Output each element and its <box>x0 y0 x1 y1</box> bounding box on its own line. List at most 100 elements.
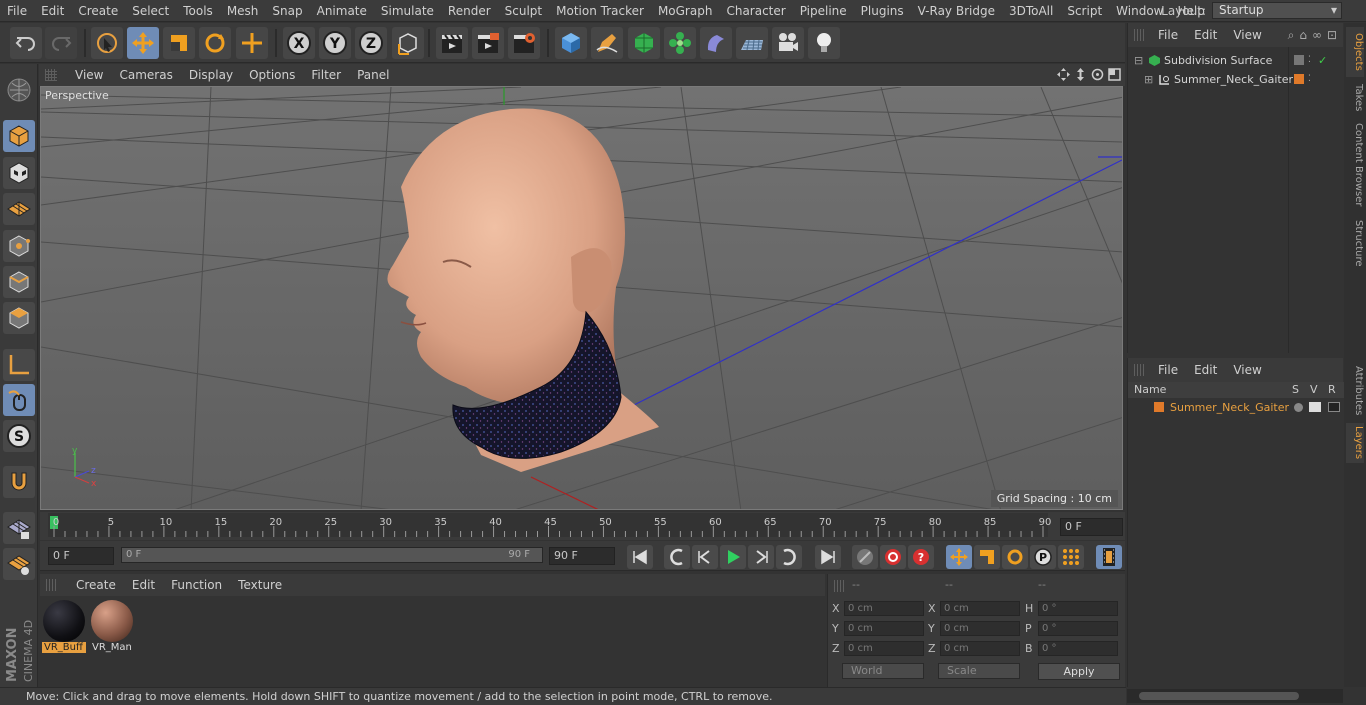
menu-snap[interactable]: Snap <box>265 0 309 22</box>
material-item-vr-buff[interactable]: VR_Buff <box>42 598 86 656</box>
object-menu-view[interactable]: View <box>1225 28 1269 42</box>
layer-col-render[interactable]: R <box>1328 382 1336 398</box>
live-selection-button[interactable] <box>91 27 123 59</box>
tab-attributes[interactable]: Attributes <box>1346 363 1364 418</box>
menu-edit[interactable]: Edit <box>34 0 71 22</box>
collapse-icon[interactable]: ⊟ <box>1134 51 1143 70</box>
key-scale-button[interactable] <box>974 545 1000 569</box>
pos-x-field[interactable]: 0 cm <box>844 601 924 616</box>
home-icon[interactable]: ⌂ <box>1299 28 1307 43</box>
edge-mode-button[interactable] <box>3 266 35 298</box>
render-to-picture-viewer-button[interactable] <box>472 27 504 59</box>
make-editable-button[interactable] <box>3 74 35 106</box>
timeline-ruler[interactable]: 0 5 10 15 20 25 30 35 40 45 50 55 60 65 70 75 80 85 90 0 F <box>40 512 1125 540</box>
layer-col-name[interactable]: Name <box>1134 382 1166 398</box>
key-point-level-button[interactable] <box>1058 545 1084 569</box>
visibility-dots-icon[interactable]: ⁚ <box>1308 70 1311 89</box>
size-x-field[interactable]: 0 cm <box>940 601 1020 616</box>
viewport-menu-options[interactable]: Options <box>241 64 303 86</box>
object-menu-file[interactable]: File <box>1150 28 1186 42</box>
viewport-menu-view[interactable]: View <box>67 64 111 86</box>
expand-icon[interactable]: ⊞ <box>1144 70 1153 89</box>
key-position-button[interactable] <box>946 545 972 569</box>
new-window-icon[interactable]: ⊡ <box>1327 28 1337 43</box>
material-menu-create[interactable]: Create <box>68 578 124 592</box>
play-forward-button[interactable] <box>720 545 746 569</box>
menu-vray-bridge[interactable]: V-Ray Bridge <box>911 0 1002 22</box>
polygon-mode-button[interactable] <box>3 302 35 334</box>
move-tool-button[interactable] <box>127 27 159 59</box>
perspective-viewport[interactable]: Perspective y z x Grid Spacing : 10 cm <box>40 86 1123 510</box>
undo-button[interactable] <box>10 27 42 59</box>
snap-button[interactable] <box>3 466 35 498</box>
cloner-button[interactable] <box>664 27 696 59</box>
menu-render[interactable]: Render <box>441 0 498 22</box>
menu-simulate[interactable]: Simulate <box>374 0 441 22</box>
keyframe-selection-button[interactable]: ? <box>908 545 934 569</box>
viewport-menu-cameras[interactable]: Cameras <box>111 64 180 86</box>
layer-swatch[interactable] <box>1294 74 1304 84</box>
camera-button[interactable] <box>772 27 804 59</box>
key-rotation-button[interactable] <box>1002 545 1028 569</box>
viewport-menu-filter[interactable]: Filter <box>303 64 349 86</box>
panel-grip[interactable] <box>1134 29 1144 41</box>
material-menu-function[interactable]: Function <box>163 578 230 592</box>
workplane-lock-button[interactable] <box>3 512 35 544</box>
layer-swatch[interactable] <box>1294 55 1304 65</box>
material-menu-texture[interactable]: Texture <box>230 578 290 592</box>
menu-select[interactable]: Select <box>125 0 176 22</box>
layer-row-summer-neck-gaiter[interactable]: Summer_Neck_Gaiter <box>1128 398 1344 417</box>
next-keyframe-button[interactable] <box>776 545 802 569</box>
go-to-end-button[interactable] <box>815 545 841 569</box>
previous-frame-button[interactable] <box>692 545 718 569</box>
point-mode-button[interactable] <box>3 230 35 262</box>
current-frame-field[interactable]: 0 F <box>1060 518 1123 536</box>
menu-plugins[interactable]: Plugins <box>854 0 911 22</box>
panel-grip[interactable] <box>46 579 58 591</box>
transform-tool-button[interactable] <box>236 27 268 59</box>
panel-grip[interactable] <box>1134 364 1144 376</box>
material-item-vr-man[interactable]: VR_Man <box>90 598 134 656</box>
cube-primitive-button[interactable] <box>555 27 587 59</box>
render-clapboard-icon[interactable] <box>1328 402 1340 412</box>
floor-button[interactable] <box>736 27 768 59</box>
menu-mesh[interactable]: Mesh <box>220 0 266 22</box>
model-mode-button[interactable] <box>3 120 35 152</box>
menu-sculpt[interactable]: Sculpt <box>498 0 549 22</box>
layer-menu-file[interactable]: File <box>1150 363 1186 377</box>
layout-select[interactable]: Startup <box>1212 2 1342 19</box>
menu-tools[interactable]: Tools <box>176 0 220 22</box>
scrollbar-thumb[interactable] <box>1139 692 1299 700</box>
panel-grip[interactable] <box>45 69 57 81</box>
layer-col-solo[interactable]: S <box>1292 382 1299 398</box>
redo-button[interactable] <box>45 27 77 59</box>
next-frame-button[interactable] <box>748 545 774 569</box>
texture-mode-button[interactable] <box>3 157 35 189</box>
solo-button[interactable]: S <box>3 420 35 452</box>
pan-view-icon[interactable] <box>1057 68 1070 81</box>
menu-create[interactable]: Create <box>71 0 125 22</box>
rot-p-field[interactable]: 0 ° <box>1038 621 1118 636</box>
render-view-button[interactable] <box>436 27 468 59</box>
render-settings-button[interactable] <box>508 27 540 59</box>
deformer-button[interactable] <box>700 27 732 59</box>
rotate-view-icon[interactable] <box>1091 68 1104 81</box>
tab-layers[interactable]: Layers <box>1346 423 1364 463</box>
pen-spline-button[interactable] <box>591 27 623 59</box>
rot-b-field[interactable]: 0 ° <box>1038 641 1118 656</box>
coordinate-mode-select[interactable]: World <box>842 663 924 679</box>
menu-file[interactable]: File <box>0 0 34 22</box>
menu-mograph[interactable]: MoGraph <box>651 0 720 22</box>
menu-animate[interactable]: Animate <box>310 0 374 22</box>
tab-content-browser[interactable]: Content Browser <box>1346 123 1364 207</box>
go-to-start-button[interactable] <box>627 545 653 569</box>
layer-col-visible[interactable]: V <box>1310 382 1318 398</box>
layer-menu-view[interactable]: View <box>1225 363 1269 377</box>
workplane-mode-button[interactable] <box>3 193 35 225</box>
object-row-subdivision-surface[interactable]: ⊟ Subdivision Surface ⁚ ✓ <box>1128 51 1344 70</box>
viewport-menu-panel[interactable]: Panel <box>349 64 397 86</box>
dolly-view-icon[interactable] <box>1074 68 1087 81</box>
rotate-tool-button[interactable] <box>199 27 231 59</box>
coordinate-system-button[interactable] <box>392 27 424 59</box>
search-icon[interactable]: ⌕ <box>1288 28 1295 43</box>
